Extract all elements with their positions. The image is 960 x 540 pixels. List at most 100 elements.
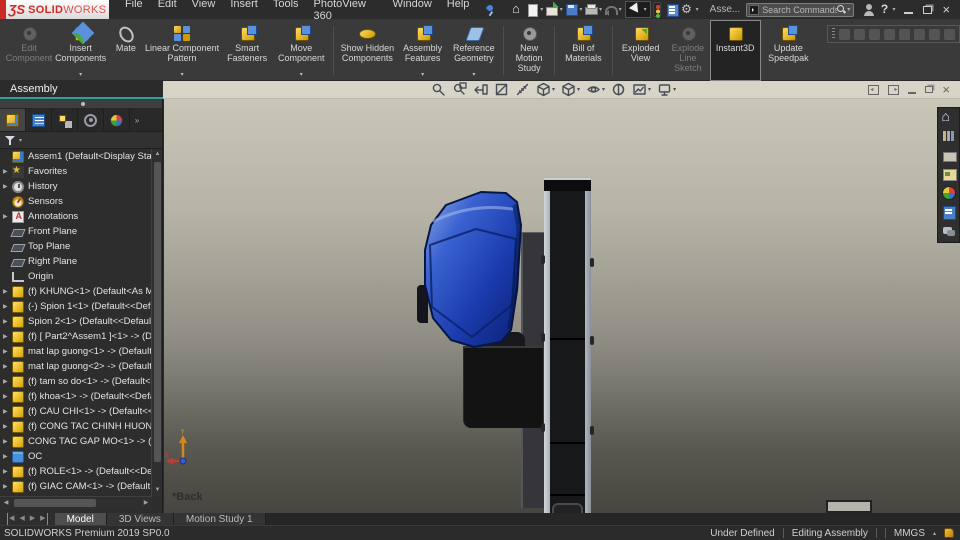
update-speedpak-button[interactable]: Update Speedpak (760, 21, 817, 80)
dropdown-caret-icon[interactable]: ▾ (79, 71, 82, 80)
previous-view-icon[interactable] (473, 82, 488, 97)
move-component-button[interactable]: Move Component ▾ (273, 21, 330, 80)
reference-geometry-button[interactable]: Reference Geometry ▾ (447, 21, 500, 80)
dropdown-caret-icon[interactable]: ▾ (577, 86, 580, 93)
measure-icon[interactable] (515, 82, 530, 97)
tab-dimxpertmanager[interactable] (78, 109, 104, 131)
zoom-to-area-icon[interactable] (452, 82, 467, 97)
expand-arrow-icon[interactable] (3, 348, 12, 355)
custom-properties-icon[interactable] (942, 205, 956, 220)
tree-horizontal-scrollbar[interactable]: ◀ ▶ (0, 496, 152, 509)
mate-button[interactable]: Mate (109, 21, 143, 80)
scrollbar-thumb[interactable] (154, 162, 161, 462)
tree-item[interactable]: Assem1 (Default<Display State-1> (0, 149, 152, 164)
linear-component-pattern-button[interactable]: Linear Component Pattern ▾ (143, 21, 222, 80)
dropdown-caret-icon[interactable]: ▾ (648, 86, 651, 93)
tree-item[interactable]: History (0, 179, 152, 194)
tab-propertymanager[interactable] (26, 109, 52, 131)
dropdown-caret-icon[interactable]: ▾ (181, 71, 184, 80)
next-tab-icon[interactable]: ▶ (30, 513, 35, 525)
toolbar-icon[interactable] (943, 28, 955, 40)
tree-item[interactable]: mat lap guong<1> -> (Default (0, 344, 152, 359)
dropdown-caret-icon[interactable]: ▾ (421, 71, 424, 80)
appearances-icon[interactable] (941, 186, 956, 200)
expand-arrow-icon[interactable] (3, 183, 12, 190)
tree-item[interactable]: Origin (0, 269, 152, 284)
dropdown-caret-icon[interactable]: ▾ (472, 71, 475, 80)
tree-item[interactable]: Sensors (0, 194, 152, 209)
display-style-icon[interactable]: ▾ (561, 82, 580, 97)
edit-appearance-icon[interactable] (611, 82, 626, 97)
scroll-right-icon[interactable]: ▶ (140, 497, 152, 510)
instant3d-button[interactable]: Instant3D (709, 20, 761, 81)
dropdown-caret-icon[interactable]: ▾ (847, 6, 850, 13)
toolbar-icon[interactable] (838, 28, 850, 40)
home-icon[interactable] (510, 1, 525, 16)
tab-3d-views[interactable]: 3D Views (106, 513, 174, 525)
dropdown-caret-icon[interactable]: ▾ (599, 6, 602, 13)
collapse-right-icon[interactable] (888, 84, 900, 95)
tree-item[interactable]: (f) khoa<1> -> (Default<<Defa (0, 389, 152, 404)
last-tab-icon[interactable]: ▶ (40, 513, 48, 525)
select-tool[interactable]: ▾ (624, 1, 651, 18)
expand-arrow-icon[interactable] (3, 423, 12, 430)
options-gear-icon[interactable] (680, 2, 695, 16)
rebuild-icon[interactable] (652, 2, 662, 17)
view-orientation-icon[interactable]: ▾ (536, 82, 555, 97)
tab-displaymanager[interactable] (104, 109, 130, 131)
first-tab-icon[interactable]: ◀ (7, 513, 14, 525)
graphics-area[interactable]: Y X Y *Back (164, 99, 960, 513)
tab-assembly[interactable]: Assembly (0, 81, 163, 99)
tree-item[interactable]: (f) CONG TAC CHINH HUONG (0, 419, 152, 434)
scroll-left-icon[interactable]: ◀ (0, 497, 12, 510)
expand-arrow-icon[interactable] (3, 393, 12, 400)
collapse-left-icon[interactable] (868, 84, 880, 95)
panel-splitter[interactable] (0, 99, 162, 109)
apply-scene-icon[interactable]: ▾ (632, 82, 651, 97)
dropdown-caret-icon[interactable]: ▾ (560, 6, 563, 13)
file-properties-icon[interactable] (665, 3, 680, 17)
undo-icon[interactable] (603, 3, 618, 16)
dropdown-caret-icon[interactable]: ▾ (673, 86, 676, 93)
tree-item[interactable]: Front Plane (0, 224, 152, 239)
close-icon[interactable]: × (942, 3, 950, 16)
restore-icon[interactable] (923, 5, 933, 14)
view-palette-icon[interactable] (942, 167, 957, 181)
design-library-icon[interactable] (942, 129, 956, 143)
print-icon[interactable] (583, 3, 599, 16)
tree-item[interactable]: (f) [ Part2^Assem1 ]<1> -> (De (0, 329, 152, 344)
insert-components-button[interactable]: Insert Components ▾ (52, 21, 109, 80)
tree-item[interactable]: Right Plane (0, 254, 152, 269)
expand-arrow-icon[interactable] (3, 408, 12, 415)
viewport-minimize-icon[interactable] (908, 91, 917, 94)
tree-item[interactable]: (f) tam so do<1> -> (Default< (0, 374, 152, 389)
exploded-view-button[interactable]: Exploded View (616, 21, 665, 80)
search-icon[interactable] (837, 5, 846, 14)
toolbar-icon[interactable] (928, 28, 940, 40)
expand-arrow-icon[interactable] (3, 363, 12, 370)
file-explorer-icon[interactable] (942, 148, 957, 162)
expand-arrow-icon[interactable] (3, 378, 12, 385)
tab-motion-study[interactable]: Motion Study 1 (173, 513, 266, 525)
edit-component-button[interactable]: Edit Component (6, 21, 52, 80)
dropdown-caret-icon[interactable]: ▴ (933, 530, 936, 537)
viewport-close-icon[interactable]: × (942, 83, 950, 96)
tree-item[interactable]: OC (0, 449, 152, 464)
scroll-up-icon[interactable]: ▲ (152, 149, 163, 160)
hide-show-items-icon[interactable]: ▾ (586, 82, 605, 97)
expand-arrow-icon[interactable] (3, 483, 12, 490)
status-hand-icon[interactable] (944, 528, 954, 538)
search-input[interactable] (762, 4, 838, 15)
tree-vertical-scrollbar[interactable]: ▲ ▼ (151, 149, 162, 496)
units-selector[interactable]: MMGS (894, 528, 925, 539)
tree-item[interactable]: Favorites (0, 164, 152, 179)
smart-fasteners-button[interactable]: Smart Fasteners (221, 21, 272, 80)
dropdown-caret-icon[interactable]: ▾ (579, 6, 582, 13)
section-view-icon[interactable] (494, 82, 509, 97)
expand-tabs-icon[interactable]: » (130, 109, 144, 131)
save-icon[interactable] (564, 3, 579, 16)
bill-of-materials-button[interactable]: Bill of Materials (558, 21, 609, 80)
toolbar-icon[interactable] (868, 28, 880, 40)
expand-arrow-icon[interactable] (3, 303, 12, 310)
dropdown-caret-icon[interactable]: ▾ (619, 6, 622, 13)
